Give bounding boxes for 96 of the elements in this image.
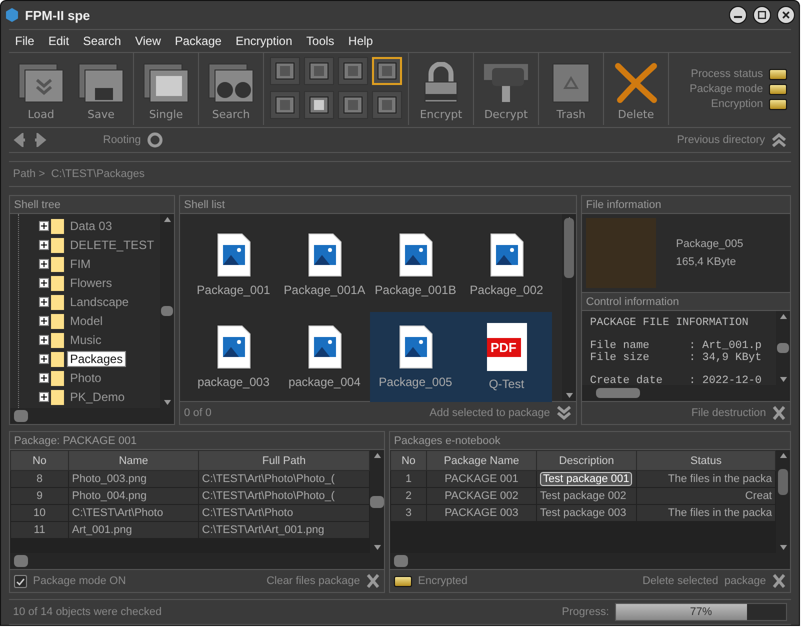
table-cell: 9 [10, 488, 68, 504]
tree-item[interactable]: Data 03 [67, 218, 116, 234]
indicator-label: Package mode [690, 83, 763, 95]
checkbox-label: Package mode ON [33, 575, 126, 587]
menu-item[interactable]: File [9, 34, 42, 48]
tree-item[interactable]: PK_Demo [67, 388, 128, 404]
indicator-label: Process status [690, 68, 763, 80]
menu-item[interactable]: Help [342, 34, 381, 48]
table-cell: Creat [636, 488, 776, 504]
table-cell: 10 [10, 504, 68, 522]
table-cell: PACKAGE 001 [426, 470, 536, 488]
info-line: Create date : 2022-12-0 [590, 375, 763, 385]
indicator-label: Encryption [711, 98, 763, 110]
tree-item[interactable]: Landscape [67, 294, 132, 310]
item-count: 0 of 0 [184, 407, 212, 419]
menu-item[interactable]: View [129, 34, 169, 48]
encrypted-label: Encrypted [418, 575, 468, 587]
pdf-file-icon: PDF [486, 323, 526, 371]
info-line: PACKAGE FILE INFORMATION [590, 317, 750, 329]
column-header[interactable]: Description [536, 450, 636, 470]
file-destruction-label[interactable]: File destruction [691, 407, 766, 419]
previous-directory-label: Previous directory [676, 134, 765, 146]
clear-files-label[interactable]: Clear files package [266, 575, 360, 587]
file-tile[interactable]: Package_001A [279, 220, 370, 310]
table-cell: The files in the packa [636, 504, 776, 522]
table-cell: PACKAGE 002 [426, 488, 536, 504]
table-cell: 3 [390, 504, 426, 522]
table-cell: Photo_004.png [68, 488, 198, 504]
path-label: Path > [13, 168, 46, 180]
tree-item[interactable]: Packages [67, 350, 126, 366]
table-cell: C:\TEST\Art\Photo [68, 504, 198, 522]
toolbar-button[interactable]: Encrypt [412, 53, 470, 125]
toolbar-button[interactable]: Save [72, 53, 130, 125]
panel-title: Shell list [180, 196, 576, 214]
menu-item[interactable]: Edit [42, 34, 78, 48]
table-cell: C:\TEST\Art\Photo\Photo_( [198, 470, 370, 488]
tree-item[interactable]: Model [67, 312, 106, 328]
file-name: Package_005 [676, 238, 744, 250]
tree-item[interactable]: Music [67, 332, 104, 348]
menu-item[interactable]: Search [77, 34, 130, 48]
table-cell: Test package 002 [536, 488, 636, 504]
panel-title: File information [582, 196, 790, 214]
table-cell: Photo_003.png [68, 470, 198, 488]
file-tile[interactable]: Package_002 [461, 220, 552, 310]
info-line: File name : Art_001.p [590, 340, 763, 352]
tree-item[interactable]: Photo [67, 370, 104, 386]
column-header[interactable]: Package Name [426, 450, 536, 470]
table-cell: 2 [390, 488, 426, 504]
file-tile[interactable]: Package_001 [188, 220, 279, 310]
table-cell: C:\TEST\Art\Art_001.png [198, 522, 370, 538]
file-tile[interactable]: package_004 [279, 312, 370, 402]
tree-item[interactable]: DELETE_TEST [67, 236, 158, 252]
column-header[interactable]: Status [636, 450, 776, 470]
toolbar-button[interactable]: Single [137, 53, 195, 125]
column-header[interactable]: No [390, 450, 426, 470]
tree-item[interactable]: Flowers [67, 274, 116, 290]
progress-label: Progress: [562, 606, 609, 618]
toolbar-button[interactable]: Search [202, 53, 260, 125]
status-message: 10 of 14 objects were checked [13, 606, 162, 618]
column-header[interactable]: Name [68, 450, 198, 470]
table-cell: C:\TEST\Art\Photo [198, 504, 370, 522]
window-title: FPM-II spe [25, 8, 92, 22]
menu-item[interactable]: Package [168, 34, 230, 48]
table-cell: C:\TEST\Art\Photo\Photo_( [198, 488, 370, 504]
menu-item[interactable]: Encryption [230, 34, 300, 48]
panel-title: Shell tree [10, 196, 174, 214]
panel-title: Control information [582, 292, 790, 311]
menu-item[interactable]: Tools [300, 34, 342, 48]
file-tile[interactable]: Package_001B [370, 220, 461, 310]
table-cell: Art_001.png [68, 522, 198, 538]
file-size: 165,4 KByte [676, 256, 737, 268]
file-tile[interactable]: PDF Q-Test [461, 312, 552, 402]
toolbar-button[interactable]: Trash [542, 53, 600, 125]
table-cell: Test package 003 [536, 504, 636, 522]
column-header[interactable]: No [10, 450, 68, 470]
column-header[interactable]: Full Path [198, 450, 370, 470]
table-cell: 8 [10, 470, 68, 488]
table-cell: The files in the packa [636, 470, 776, 488]
file-tile[interactable]: package_003 [188, 312, 279, 402]
info-line: File size : 34,9 KByt [590, 352, 763, 364]
path-value: C:\TEST\Packages [51, 168, 145, 180]
toolbar-button[interactable]: Decrypt [477, 53, 535, 125]
tree-item[interactable]: FIM [67, 256, 94, 272]
file-tile[interactable]: Package_005 [370, 312, 461, 402]
progress-reading: 77% [688, 605, 714, 620]
toolbar-button[interactable]: Delete [607, 53, 665, 125]
add-selected-label[interactable]: Add selected to package [430, 407, 550, 419]
rooting-label: Rooting [103, 134, 141, 146]
panel-title: Packages e-notebook [390, 432, 790, 450]
toolbar-button[interactable]: Load [12, 53, 70, 125]
edit-field[interactable]: Test package 001 [540, 472, 632, 486]
table-cell: 1 [390, 470, 426, 488]
table-cell: 11 [10, 522, 68, 538]
delete-package-label[interactable]: Delete selected package [642, 575, 766, 587]
panel-title: Package: PACKAGE 001 [10, 432, 384, 450]
table-cell: PACKAGE 003 [426, 504, 536, 522]
